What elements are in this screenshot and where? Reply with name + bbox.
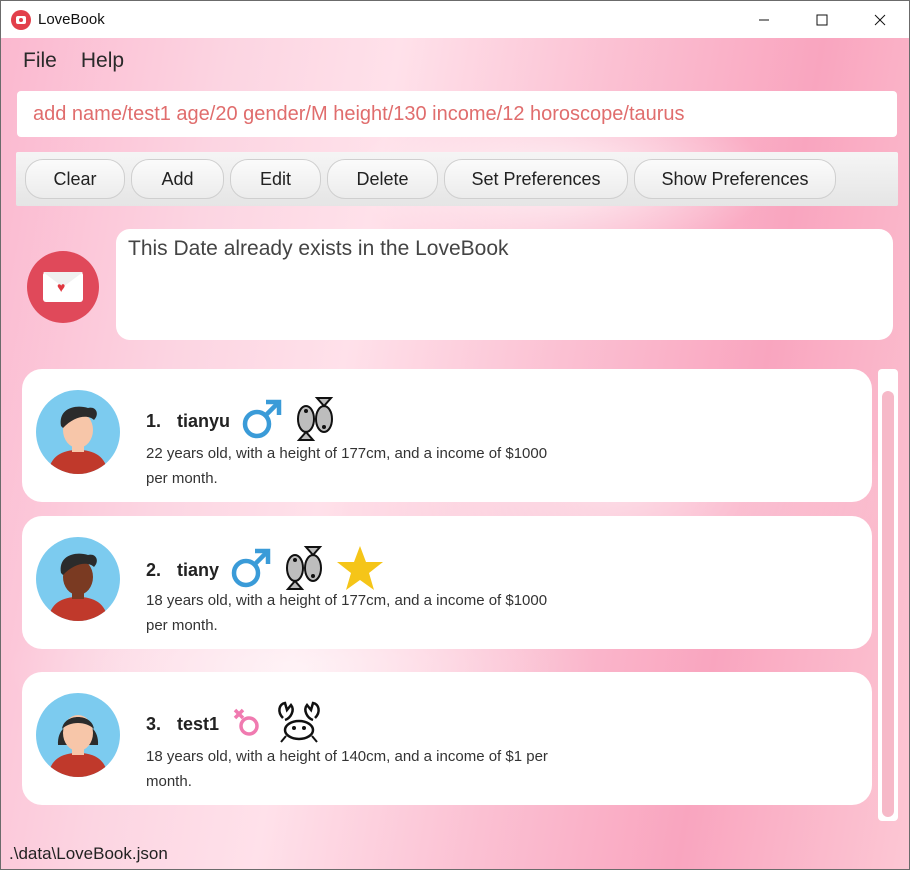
date-card-title: 3. test1 [146, 700, 323, 749]
status-bar: .\data\LoveBook.json [1, 839, 909, 869]
pisces-icon [294, 397, 336, 446]
close-button[interactable] [851, 1, 909, 38]
date-index: 1. [146, 411, 162, 431]
envelope-icon: ♥ [27, 251, 99, 323]
minimize-button[interactable] [735, 1, 793, 38]
date-name: tiany [177, 560, 220, 580]
date-name: test1 [177, 714, 220, 734]
menu-file[interactable]: File [23, 49, 57, 73]
date-description: 18 years old, with a height of 140cm, an… [146, 748, 548, 790]
button-toolbar: Clear Add Edit Delete Set Preferences Sh… [16, 152, 898, 206]
male-gender-icon [240, 397, 284, 446]
menu-help[interactable]: Help [81, 49, 124, 73]
command-box [17, 91, 897, 137]
date-card[interactable]: 2. tiany 18 years old, with a height of 17… [22, 516, 872, 649]
avatar [36, 390, 120, 474]
date-index: 2. [146, 560, 162, 580]
edit-button[interactable]: Edit [230, 159, 321, 199]
date-card[interactable]: 1. tianyu 22 years old, with a height of 1… [22, 369, 872, 502]
date-description: 22 years old, with a height of 177cm, an… [146, 445, 548, 487]
date-name: tianyu [177, 411, 231, 431]
menu-bar: File Help [23, 49, 124, 73]
clear-button[interactable]: Clear [25, 159, 125, 199]
date-list: 1. tianyu 22 years old, with a height of 1… [1, 357, 909, 833]
maximize-icon [816, 14, 828, 25]
delete-button[interactable]: Delete [327, 159, 438, 199]
title-bar: LoveBook [1, 1, 909, 38]
set-preferences-button[interactable]: Set Preferences [444, 159, 628, 199]
add-button[interactable]: Add [131, 159, 224, 199]
result-display: This Date already exists in the LoveBook [116, 229, 893, 340]
window-controls [735, 1, 909, 38]
show-preferences-button[interactable]: Show Preferences [634, 159, 836, 199]
date-index: 3. [146, 714, 162, 734]
date-description: 18 years old, with a height of 177cm, an… [146, 592, 548, 634]
app-window: LoveBook File Help Clear Add Edit Delete… [0, 0, 910, 870]
save-location-path: .\data\LoveBook.json [9, 844, 168, 863]
minimize-icon [759, 19, 769, 20]
avatar [36, 693, 120, 777]
list-scrollbar-thumb[interactable] [882, 391, 894, 817]
date-card-title: 1. tianyu [146, 397, 336, 446]
date-card[interactable]: 3. test1 18 years old, with a height of 14… [22, 672, 872, 805]
lovebook-logo-icon [11, 9, 31, 30]
window-title: LoveBook [38, 11, 105, 28]
female-gender-icon [229, 704, 265, 745]
command-input[interactable] [31, 101, 883, 127]
cancer-icon [275, 700, 323, 749]
maximize-button[interactable] [793, 1, 851, 38]
close-icon [874, 14, 886, 25]
avatar [36, 537, 120, 621]
